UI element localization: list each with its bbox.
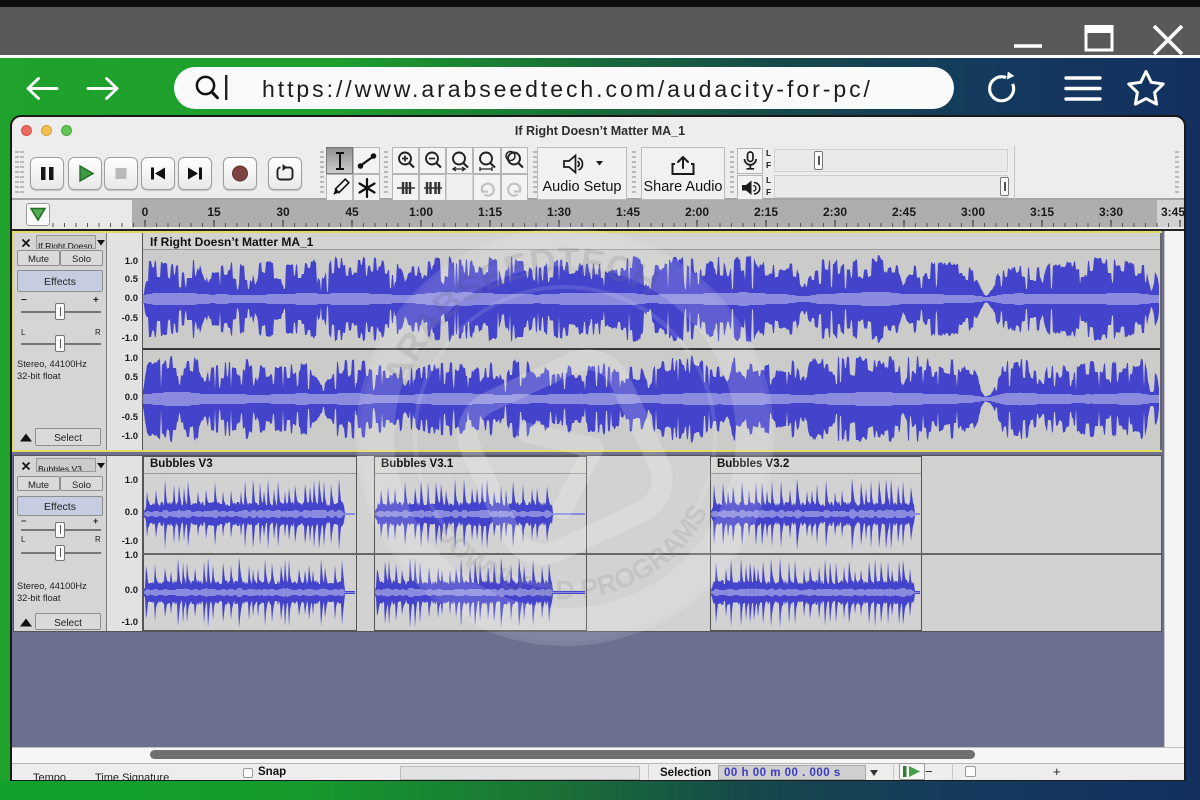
svg-text:Audio Setup: Audio Setup — [542, 179, 621, 195]
svg-text:Share Audio: Share Audio — [643, 179, 722, 195]
